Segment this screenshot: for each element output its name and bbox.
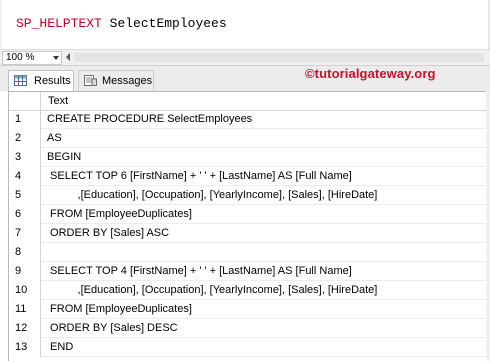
horizontal-scrollbar[interactable]	[74, 53, 484, 62]
grid-icon	[14, 75, 27, 86]
query-editor[interactable]: SP_HELPTEXT SelectEmployees	[0, 0, 490, 49]
scroll-left-arrow-icon[interactable]	[66, 53, 70, 61]
row-number[interactable]: 2	[9, 129, 41, 148]
messages-icon	[84, 75, 97, 86]
zoom-select[interactable]: 100 %	[2, 51, 62, 65]
text-cell[interactable]: ,[Education], [Occupation], [YearlyIncom…	[47, 281, 378, 300]
table-row[interactable]: 9 SELECT TOP 4 [FirstName] + ' ' + [Last…	[9, 262, 490, 281]
table-row[interactable]: 10 ,[Education], [Occupation], [YearlyIn…	[9, 281, 490, 300]
text-cell[interactable]: END	[47, 338, 73, 357]
table-row[interactable]: 6 FROM [EmployeeDuplicates]	[9, 205, 490, 224]
site-watermark: ©tutorialgateway.org	[305, 66, 436, 81]
text-cell[interactable]: FROM [EmployeeDuplicates]	[47, 300, 192, 319]
text-cell[interactable]: SELECT TOP 6 [FirstName] + ' ' + [LastNa…	[47, 167, 352, 186]
table-row[interactable]: 2 AS	[9, 129, 490, 148]
tab-messages[interactable]: Messages	[78, 70, 154, 91]
editor-gutter	[0, 0, 2, 49]
table-row[interactable]: 11 FROM [EmployeeDuplicates]	[9, 300, 490, 319]
text-cell[interactable]: AS	[47, 129, 62, 148]
row-number[interactable]: 3	[9, 148, 41, 167]
table-row[interactable]: 5 ,[Education], [Occupation], [YearlyInc…	[9, 186, 490, 205]
text-cell[interactable]: CREATE PROCEDURE SelectEmployees	[47, 110, 252, 129]
sql-keyword: SP_HELPTEXT	[16, 16, 102, 31]
table-row[interactable]: 4 SELECT TOP 6 [FirstName] + ' ' + [Last…	[9, 167, 490, 186]
grid-header: Text	[9, 92, 490, 111]
row-number[interactable]: 7	[9, 224, 41, 243]
chevron-down-icon	[53, 56, 59, 60]
row-number[interactable]: 5	[9, 186, 41, 205]
text-cell[interactable]: BEGIN	[47, 148, 81, 167]
row-divider	[41, 356, 490, 357]
table-row[interactable]: 12 ORDER BY [Sales] DESC	[9, 319, 490, 338]
table-row[interactable]: 8	[9, 243, 490, 262]
text-cell[interactable]: FROM [EmployeeDuplicates]	[47, 205, 192, 224]
table-row[interactable]: 13 END	[9, 338, 490, 357]
results-grid[interactable]: Text 1 CREATE PROCEDURE SelectEmployees 2 A…	[8, 91, 490, 361]
row-number[interactable]: 8	[9, 243, 41, 262]
table-row[interactable]: 7 ORDER BY [Sales] ASC	[9, 224, 490, 243]
row-number[interactable]: 9	[9, 262, 41, 281]
column-header-text[interactable]: Text	[48, 95, 68, 107]
text-cell[interactable]: ORDER BY [Sales] DESC	[47, 319, 178, 338]
vertical-scrollbar[interactable]	[486, 91, 490, 361]
procedure-name: SelectEmployees	[109, 16, 227, 31]
editor-status-bar: 100 %	[0, 49, 490, 66]
table-row[interactable]: 1 CREATE PROCEDURE SelectEmployees	[9, 110, 490, 129]
row-number[interactable]: 10	[9, 281, 41, 300]
row-number[interactable]: 13	[9, 338, 41, 357]
row-number[interactable]: 6	[9, 205, 41, 224]
row-number[interactable]: 4	[9, 167, 41, 186]
zoom-value: 100 %	[6, 52, 35, 63]
tab-results-label: Results	[34, 75, 71, 87]
text-cell[interactable]: ORDER BY [Sales] ASC	[47, 224, 169, 243]
text-cell[interactable]: ,[Education], [Occupation], [YearlyIncom…	[47, 186, 378, 205]
grid-corner[interactable]	[9, 92, 41, 110]
tab-messages-label: Messages	[102, 75, 153, 87]
tab-results[interactable]: Results	[8, 70, 74, 91]
text-cell[interactable]: SELECT TOP 4 [FirstName] + ' ' + [LastNa…	[47, 262, 352, 281]
editor-code-line[interactable]: SP_HELPTEXT SelectEmployees	[16, 16, 227, 32]
row-number[interactable]: 12	[9, 319, 41, 338]
row-number[interactable]: 1	[9, 110, 41, 129]
row-number[interactable]: 11	[9, 300, 41, 319]
table-row[interactable]: 3 BEGIN	[9, 148, 490, 167]
